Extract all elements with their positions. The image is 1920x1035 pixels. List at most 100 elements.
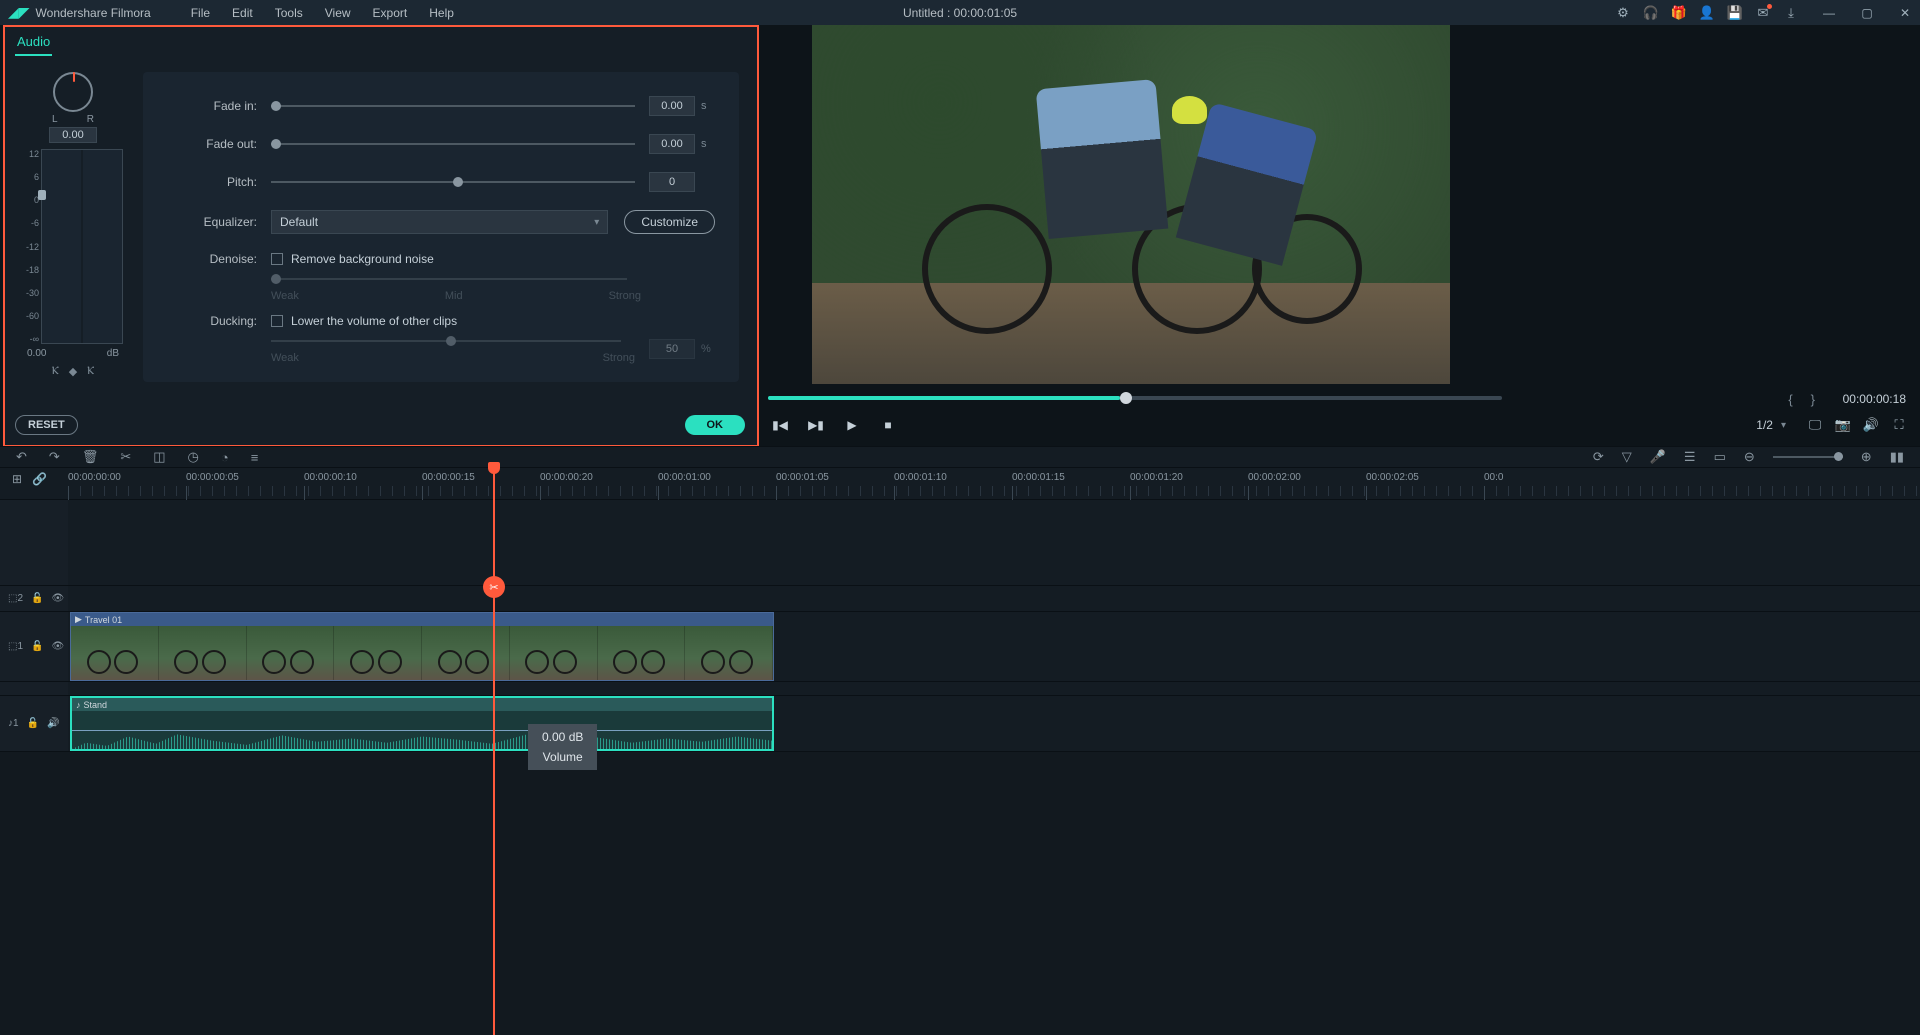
support-icon[interactable]: 🎧 <box>1644 6 1658 20</box>
vu-meter[interactable] <box>41 149 123 344</box>
keyframe-prev-icon[interactable]: Ⲕ <box>52 365 59 378</box>
ruler-tick: 00:00:02:00 <box>1248 472 1301 483</box>
link-icon[interactable]: 🔗 <box>32 472 47 486</box>
preview-quality-select[interactable]: 1/2▾ <box>1748 416 1794 434</box>
timeline-ruler[interactable]: ⊞ 🔗 00:00:00:0000:00:00:0500:00:00:1000:… <box>0 468 1920 500</box>
lock-icon[interactable]: 🔓 <box>31 593 43 604</box>
chevron-down-icon: ▾ <box>594 217 599 228</box>
fade-in-label: Fade in: <box>167 99 257 113</box>
pitch-value[interactable]: 0 <box>649 172 695 192</box>
equalizer-select[interactable]: Default▾ <box>271 210 608 234</box>
prev-frame-button[interactable]: ▮◀ <box>768 418 792 432</box>
play-button[interactable]: ▶ <box>840 418 864 432</box>
audio-clip[interactable]: ♪Stand <box>70 696 774 751</box>
timeline-toolbar: ↶ ↷ 🗑 ✂ ◫ ◷ ◔ ≡ ⟳ ▽ 🎤 ☰ ▭ ⊖ ⊕ ▮▮ <box>0 446 1920 468</box>
gift-icon[interactable]: 🎁 <box>1672 6 1686 20</box>
ruler-tick: 00:00:00:10 <box>304 472 357 483</box>
ruler-tick: 00:00:01:00 <box>658 472 711 483</box>
denoise-checkbox-label[interactable]: Remove background noise <box>291 252 434 266</box>
lock-icon[interactable]: 🔓 <box>31 641 43 652</box>
mark-out-icon[interactable]: } <box>1811 392 1815 407</box>
mute-icon[interactable]: 🔊 <box>47 718 59 729</box>
thumbnail-icon[interactable]: ▭ <box>1714 449 1726 465</box>
document-title: Untitled : 00:00:01:05 <box>903 6 1017 20</box>
reset-button[interactable]: RESET <box>15 415 78 435</box>
keyframe-next-icon[interactable]: Ⲕ <box>87 365 94 378</box>
stop-button[interactable]: ■ <box>876 418 900 432</box>
fade-in-slider[interactable] <box>271 99 635 113</box>
app-logo-icon: ◢◤ <box>8 4 30 21</box>
undo-icon[interactable]: ↶ <box>16 449 27 465</box>
close-button[interactable]: ✕ <box>1898 6 1912 20</box>
zoom-in-icon[interactable]: ⊕ <box>1861 449 1872 465</box>
download-icon[interactable]: ⤓ <box>1784 6 1798 20</box>
color-icon[interactable]: ◔ <box>221 450 229 465</box>
video-clip[interactable]: ▶Travel 01 <box>70 612 774 681</box>
menu-file[interactable]: File <box>181 3 220 23</box>
zoom-out-icon[interactable]: ⊖ <box>1744 449 1755 465</box>
preview-progress[interactable] <box>768 392 1502 404</box>
adjust-icon[interactable]: ≡ <box>251 450 259 465</box>
snapshot-icon[interactable]: 📷 <box>1836 418 1850 432</box>
visibility-icon[interactable]: 👁 <box>51 593 64 604</box>
settings-icon[interactable]: ⚙ <box>1616 6 1630 20</box>
vu-unit: dB <box>107 348 119 359</box>
visibility-icon[interactable]: 👁 <box>51 641 64 652</box>
marker-icon[interactable]: ▽ <box>1622 449 1632 465</box>
denoise-label: Denoise: <box>167 252 257 266</box>
tab-audio[interactable]: Audio <box>15 34 52 56</box>
fullscreen-icon[interactable]: ⛶ <box>1892 418 1906 432</box>
ruler-tick: 00:00:01:10 <box>894 472 947 483</box>
voiceover-icon[interactable]: 🎤 <box>1650 449 1666 465</box>
ruler-tick: 00:00:00:05 <box>186 472 239 483</box>
scissor-icon[interactable]: ✂ <box>483 576 505 598</box>
maximize-button[interactable]: ▢ <box>1860 6 1874 20</box>
render-icon[interactable]: ⟳ <box>1593 449 1604 465</box>
account-icon[interactable]: 👤 <box>1700 6 1714 20</box>
fade-in-value[interactable]: 0.00 <box>649 96 695 116</box>
ducking-checkbox-label[interactable]: Lower the volume of other clips <box>291 314 457 328</box>
delete-icon[interactable]: 🗑 <box>82 449 99 465</box>
zoom-slider[interactable] <box>1773 456 1843 458</box>
ok-button[interactable]: OK <box>685 415 746 435</box>
ruler-tick: 00:00:00:20 <box>540 472 593 483</box>
next-frame-button[interactable]: ▶▮ <box>804 418 828 432</box>
customize-button[interactable]: Customize <box>624 210 715 234</box>
speed-icon[interactable]: ◷ <box>188 449 199 465</box>
menu-tools[interactable]: Tools <box>265 3 313 23</box>
menu-view[interactable]: View <box>315 3 361 23</box>
track-video: ⬚1🔓👁 ▶Travel 01 <box>0 612 1920 682</box>
message-icon[interactable]: ✉ <box>1756 6 1770 20</box>
redo-icon[interactable]: ↷ <box>49 449 60 465</box>
track-manage-icon[interactable]: ⊞ <box>12 472 22 486</box>
pitch-label: Pitch: <box>167 175 257 189</box>
menu-export[interactable]: Export <box>363 3 418 23</box>
ducking-value: 50 <box>649 339 695 359</box>
track-spacer <box>0 682 1920 696</box>
volume-tooltip: 0.00 dB Volume <box>528 724 597 770</box>
lock-icon[interactable]: 🔓 <box>27 718 39 729</box>
zoom-fit-icon[interactable]: ▮▮ <box>1890 449 1904 465</box>
volume-icon[interactable]: 🔊 <box>1864 418 1878 432</box>
mixer-icon[interactable]: ☰ <box>1684 449 1696 465</box>
keyframe-add-icon[interactable]: ◆ <box>69 365 77 378</box>
fade-out-value[interactable]: 0.00 <box>649 134 695 154</box>
timeline: ⊞ 🔗 00:00:00:0000:00:00:0500:00:00:1000:… <box>0 468 1920 1035</box>
balance-value[interactable]: 0.00 <box>49 127 97 143</box>
mark-in-icon[interactable]: { <box>1788 392 1792 407</box>
fade-out-slider[interactable] <box>271 137 635 151</box>
minimize-button[interactable]: — <box>1822 6 1836 20</box>
track-overlay: ⬚2🔓👁 <box>0 586 1920 612</box>
display-icon[interactable]: 🖵 <box>1808 418 1822 432</box>
crop-icon[interactable]: ◫ <box>153 449 165 465</box>
playhead[interactable]: ✂ <box>493 468 495 1035</box>
menu-edit[interactable]: Edit <box>222 3 263 23</box>
menu-help[interactable]: Help <box>419 3 464 23</box>
balance-knob[interactable] <box>53 72 93 112</box>
ducking-checkbox[interactable] <box>271 315 283 327</box>
split-icon[interactable]: ✂ <box>120 449 131 465</box>
save-icon[interactable]: 💾 <box>1728 6 1742 20</box>
denoise-checkbox[interactable] <box>271 253 283 265</box>
pitch-slider[interactable] <box>271 175 635 189</box>
preview-viewport <box>812 25 1450 384</box>
